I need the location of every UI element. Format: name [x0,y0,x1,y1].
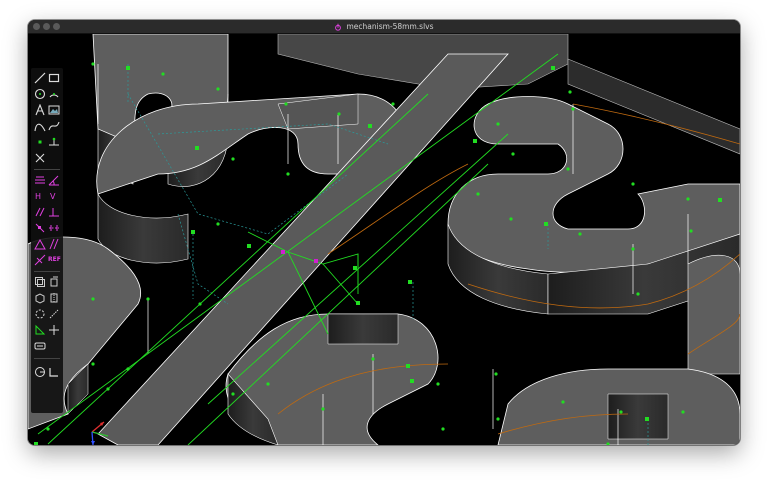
perpendicular-constraint-icon[interactable] [48,206,60,218]
link-icon[interactable] [34,324,46,336]
extrude-icon[interactable] [34,292,46,304]
other-constraint-icon[interactable] [34,254,46,266]
image-icon[interactable] [48,104,60,116]
nearest-ortho-icon[interactable] [48,366,60,378]
tool-palette: H V REF [31,68,63,413]
horizontal-constraint-icon[interactable]: H [34,190,46,202]
axis-indicator [91,421,109,445]
toolbar-separator [34,358,60,359]
circle-icon[interactable] [34,88,46,100]
parallel-constraint-icon[interactable] [34,206,46,218]
helix-icon[interactable] [34,308,46,320]
symmetric-constraint-icon[interactable] [48,222,60,234]
app-window: mechanism-58mm.slvs H V REF [28,20,740,445]
midpoint-constraint-icon[interactable] [48,238,60,250]
line-segment-icon[interactable] [34,72,46,84]
title-bar: mechanism-58mm.slvs [28,20,740,34]
svg-text:V: V [50,192,56,201]
step-translate-icon[interactable] [34,276,46,288]
sketch-in-3d-icon[interactable] [48,324,60,336]
workplane-group-icon[interactable] [34,340,46,352]
step-rotate-icon[interactable] [48,276,60,288]
model-canvas[interactable] [28,33,740,445]
angle-constraint-icon[interactable] [48,174,60,186]
3d-viewport[interactable]: H V REF [28,33,740,445]
toolbar-separator [34,169,60,170]
distance-constraint-icon[interactable] [34,174,46,186]
arc-icon[interactable] [48,88,60,100]
point-on-entity-icon[interactable] [34,222,46,234]
equal-constraint-icon[interactable] [34,238,46,250]
lathe-icon[interactable] [48,292,60,304]
tangent-arc-icon[interactable] [34,120,46,132]
title-area: mechanism-58mm.slvs [28,20,740,33]
app-icon [335,23,342,31]
nearest-isometric-icon[interactable] [34,366,46,378]
toolbar-separator [34,271,60,272]
reference-toggle[interactable]: REF [48,256,61,263]
workplane-icon[interactable] [48,136,60,148]
datum-point-icon[interactable] [34,136,46,148]
window-title: mechanism-58mm.slvs [346,22,434,31]
text-icon[interactable] [34,104,46,116]
vertical-constraint-icon[interactable]: V [48,190,60,202]
rectangle-icon[interactable] [48,72,60,84]
construction-icon[interactable] [34,152,46,164]
revolve-icon[interactable] [48,308,60,320]
svg-text:H: H [35,192,41,201]
spline-icon[interactable] [48,120,60,132]
